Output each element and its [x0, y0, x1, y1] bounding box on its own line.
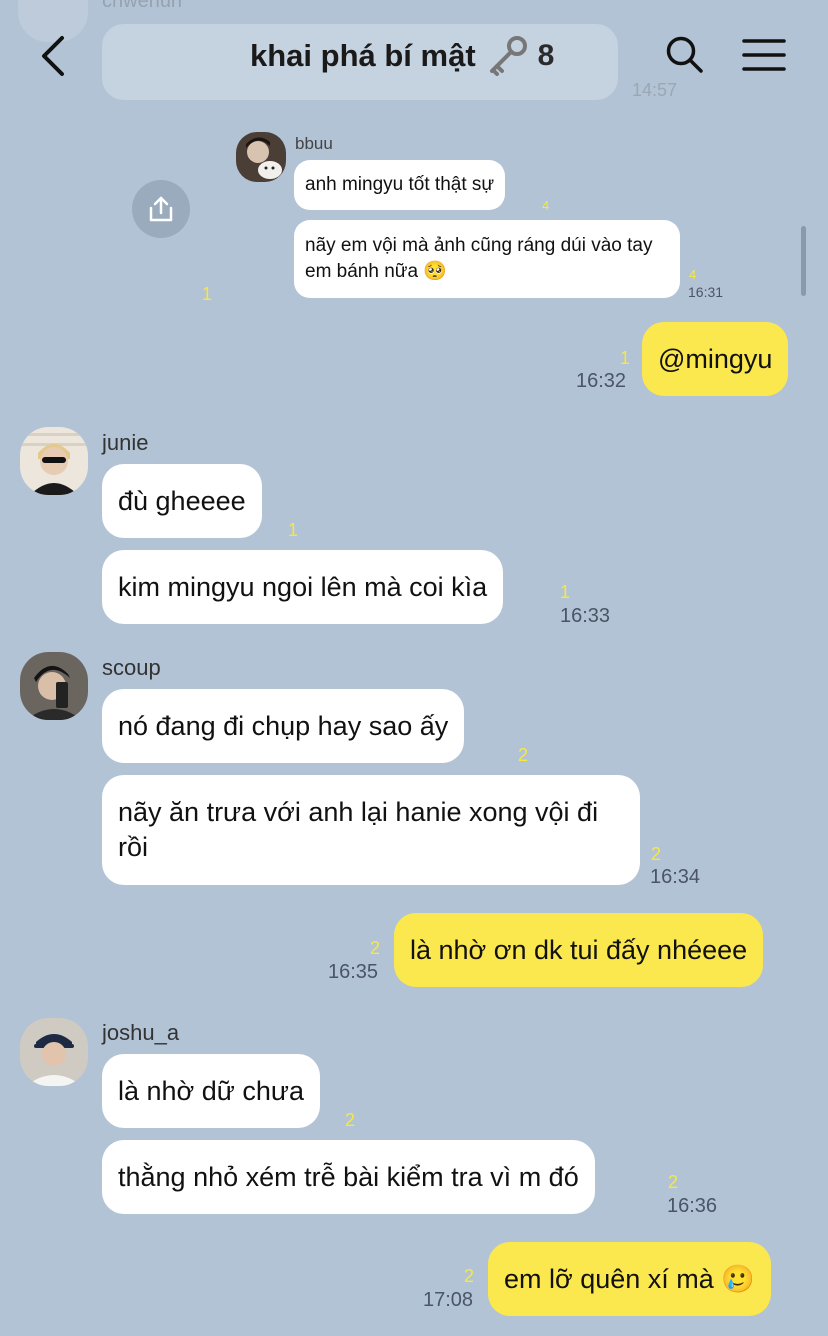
unread-count: 1: [202, 284, 213, 304]
unread-count: 1: [620, 348, 631, 368]
share-button[interactable]: [132, 180, 190, 238]
sender-name: joshu_a: [102, 1020, 180, 1045]
sender-name: scoup: [102, 655, 161, 680]
avatar-scoup[interactable]: [20, 652, 88, 720]
message-bubble[interactable]: nãy ăn trưa với anh lại hanie xong vội đ…: [102, 775, 640, 885]
unread-count: 2: [464, 1266, 475, 1286]
unread-count: 4: [689, 267, 697, 282]
message-bubble[interactable]: nãy em vội mà ảnh cũng ráng dúi vào tay …: [294, 220, 680, 298]
unread-count: 1: [288, 520, 299, 540]
menu-button[interactable]: [742, 38, 786, 72]
unread-count: 2: [345, 1110, 356, 1130]
my-message-bubble[interactable]: @mingyu: [642, 322, 789, 396]
avatar-junie[interactable]: [20, 427, 88, 495]
member-count: 8: [537, 39, 555, 72]
message-time: 16:35: [328, 961, 379, 983]
scrollbar[interactable]: [801, 226, 806, 296]
chat-title-area[interactable]: khai phá bí mật 8: [250, 36, 554, 76]
unread-count: 1: [560, 582, 571, 602]
sender-name: junie: [102, 430, 149, 455]
unread-count: 2: [518, 745, 529, 765]
hamburger-menu-icon: [742, 39, 786, 71]
message-bubble[interactable]: anh mingyu tốt thật sự: [294, 160, 506, 210]
search-button[interactable]: [664, 34, 704, 74]
message-time: 16:32: [576, 370, 627, 392]
message-bubble[interactable]: nó đang đi chụp hay sao ấy: [102, 689, 465, 763]
message-bubble[interactable]: là nhờ dữ chưa: [102, 1054, 320, 1128]
unread-count: 4: [542, 198, 550, 213]
message-time: 16:34: [650, 866, 701, 888]
unread-count: 2: [668, 1172, 679, 1192]
search-icon: [666, 36, 703, 73]
message-bubble[interactable]: thằng nhỏ xém trễ bài kiểm tra vì m đó: [102, 1140, 595, 1214]
avatar-image: [20, 427, 88, 495]
chat-header: khai phá bí mật 8: [0, 0, 828, 110]
share-icon: [149, 196, 173, 222]
message-bubble[interactable]: kim mingyu ngoi lên mà coi kìa: [102, 550, 504, 624]
chat-title: khai phá bí mật: [250, 38, 476, 73]
sender-name: bbuu: [295, 134, 333, 153]
avatar-image: [20, 652, 88, 720]
back-button[interactable]: [36, 34, 76, 78]
key-icon: [489, 36, 527, 76]
avatar-image: [20, 1018, 88, 1086]
unread-count: 2: [370, 938, 381, 958]
avatar-image: [236, 132, 286, 182]
unread-count: 2: [651, 844, 662, 864]
message-time: 16:31: [688, 284, 724, 300]
message-time: 17:08: [423, 1289, 474, 1311]
avatar-joshu-a[interactable]: [20, 1018, 88, 1086]
my-message-bubble[interactable]: em lỡ quên xí mà 🥲: [488, 1242, 771, 1316]
chevron-left-icon: [42, 36, 64, 76]
avatar-bbuu[interactable]: [236, 132, 286, 182]
message-bubble[interactable]: đù gheeee: [102, 464, 262, 538]
my-message-bubble[interactable]: là nhờ ơn dk tui đấy nhéeee: [394, 913, 764, 987]
message-time: 16:36: [667, 1195, 718, 1217]
message-time: 16:33: [560, 605, 611, 627]
